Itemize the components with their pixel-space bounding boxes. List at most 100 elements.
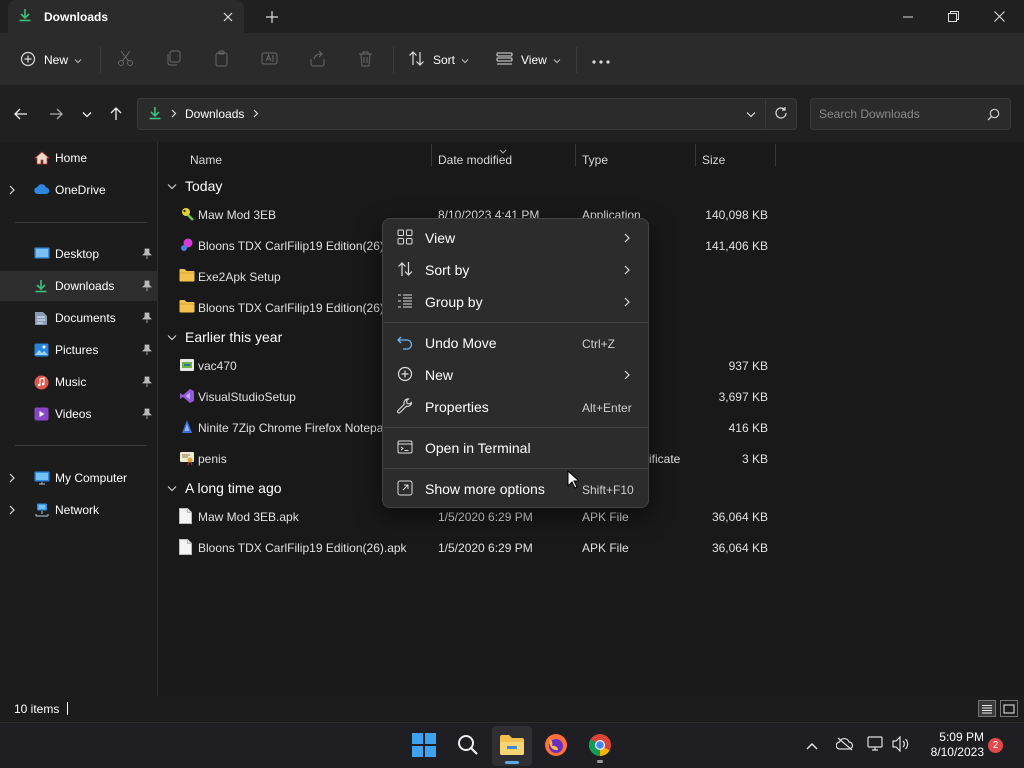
clock[interactable]: 5:09 PM 8/10/2023 bbox=[918, 730, 984, 760]
breadcrumb-downloads[interactable]: Downloads bbox=[185, 107, 244, 121]
group-header-a-long-time-ago[interactable]: A long time ago bbox=[167, 478, 282, 498]
pin-icon[interactable] bbox=[142, 344, 152, 358]
restore-icon[interactable] bbox=[930, 0, 976, 33]
breadcrumb-separator-icon[interactable] bbox=[253, 107, 259, 121]
pin-icon[interactable] bbox=[142, 248, 152, 262]
sidebar-item-desktop[interactable]: Desktop bbox=[0, 239, 157, 269]
tiles-view-button[interactable] bbox=[1000, 700, 1018, 717]
toolbar-divider bbox=[576, 47, 577, 73]
pin-icon[interactable] bbox=[142, 408, 152, 422]
desktop-icon bbox=[34, 247, 50, 261]
close-tab-icon[interactable] bbox=[219, 8, 236, 25]
search-taskbar-button[interactable] bbox=[448, 726, 488, 766]
menu-item-new[interactable]: New bbox=[387, 359, 644, 389]
new-button-label: New bbox=[44, 53, 69, 67]
chrome-taskbar-button[interactable] bbox=[580, 726, 620, 766]
network-status-icon[interactable] bbox=[867, 736, 885, 755]
column-header-size[interactable]: Size bbox=[702, 148, 725, 172]
recent-locations-chevron-icon[interactable] bbox=[75, 104, 99, 124]
group-header-today[interactable]: Today bbox=[167, 176, 222, 196]
cut-button[interactable] bbox=[117, 45, 134, 75]
chevron-down-icon bbox=[167, 179, 177, 193]
column-divider[interactable] bbox=[575, 144, 576, 166]
sidebar-item-downloads[interactable]: Downloads bbox=[0, 271, 157, 301]
volume-icon[interactable] bbox=[892, 735, 910, 755]
start-button[interactable] bbox=[404, 726, 444, 766]
address-history-chevron-icon[interactable] bbox=[746, 107, 756, 121]
back-arrow-icon[interactable] bbox=[9, 104, 33, 124]
sidebar-item-pictures[interactable]: Pictures bbox=[0, 335, 157, 365]
sidebar-item-documents[interactable]: Documents bbox=[0, 303, 157, 333]
menu-item-group-by[interactable]: Group by bbox=[387, 286, 644, 316]
search-input[interactable] bbox=[819, 106, 979, 122]
delete-button[interactable] bbox=[357, 45, 374, 75]
sidebar-item-videos[interactable]: Videos bbox=[0, 399, 157, 429]
tab-title: Downloads bbox=[44, 9, 109, 24]
new-tab-icon[interactable] bbox=[262, 7, 282, 27]
paste-button[interactable] bbox=[213, 45, 230, 75]
file-size: 141,406 KB bbox=[705, 239, 768, 253]
file-explorer-icon bbox=[499, 734, 525, 759]
pin-icon[interactable] bbox=[142, 312, 152, 326]
rename-button[interactable] bbox=[261, 45, 278, 75]
menu-item-properties[interactable]: Properties Alt+Enter bbox=[387, 391, 644, 421]
sidebar-divider bbox=[15, 445, 147, 446]
more-options-button[interactable] bbox=[592, 45, 610, 75]
column-header-type[interactable]: Type bbox=[582, 148, 608, 172]
new-button[interactable]: New bbox=[20, 45, 82, 75]
share-icon bbox=[309, 50, 326, 70]
column-divider[interactable] bbox=[775, 144, 776, 166]
up-arrow-icon[interactable] bbox=[104, 104, 128, 124]
view-button[interactable]: View bbox=[496, 45, 561, 75]
copy-button[interactable] bbox=[165, 45, 182, 75]
search-box[interactable] bbox=[810, 98, 1011, 130]
breadcrumb-separator-icon[interactable] bbox=[171, 107, 177, 121]
windows-logo-icon bbox=[412, 732, 436, 760]
pin-icon[interactable] bbox=[142, 376, 152, 390]
column-divider[interactable] bbox=[431, 144, 432, 166]
music-icon bbox=[34, 375, 50, 390]
close-window-icon[interactable] bbox=[976, 0, 1022, 33]
chevron-up-icon[interactable] bbox=[806, 739, 818, 753]
chevron-right-icon[interactable] bbox=[9, 504, 15, 518]
tab-downloads[interactable]: Downloads bbox=[8, 0, 244, 33]
menu-item-sort-by[interactable]: Sort by bbox=[387, 254, 644, 284]
sidebar-item-network[interactable]: Network bbox=[0, 495, 157, 525]
column-divider[interactable] bbox=[695, 144, 696, 166]
sidebar-item-onedrive[interactable]: OneDrive bbox=[0, 175, 157, 205]
chevron-down-icon bbox=[167, 481, 177, 495]
onedrive-offline-icon[interactable] bbox=[835, 737, 854, 754]
share-button[interactable] bbox=[309, 45, 326, 75]
sort-button[interactable]: Sort bbox=[408, 45, 469, 75]
address-bar[interactable]: Downloads bbox=[137, 98, 797, 130]
menu-item-label: Properties bbox=[425, 399, 489, 415]
minimize-icon[interactable] bbox=[885, 0, 931, 33]
file-size: 416 KB bbox=[728, 421, 768, 435]
menu-item-show-more-options[interactable]: Show more options Shift+F10 bbox=[387, 473, 644, 503]
search-icon[interactable] bbox=[987, 108, 1000, 124]
sidebar-item-home[interactable]: Home bbox=[0, 143, 157, 173]
file-row[interactable]: Bloons TDX CarlFilip19 Edition(26).apk 1… bbox=[159, 533, 779, 561]
pin-icon[interactable] bbox=[142, 280, 152, 294]
refresh-icon[interactable] bbox=[774, 106, 788, 123]
file-size: 937 KB bbox=[728, 359, 768, 373]
menu-item-undo-move[interactable]: Undo Move Ctrl+Z bbox=[387, 327, 644, 357]
menu-item-view[interactable]: View bbox=[387, 222, 644, 252]
file-name: Bloons TDX CarlFilip19 Edition(26).apk bbox=[198, 541, 407, 555]
chevron-right-icon[interactable] bbox=[9, 472, 15, 486]
firefox-taskbar-button[interactable] bbox=[536, 726, 576, 766]
file-explorer-taskbar-button[interactable] bbox=[492, 726, 532, 766]
forward-arrow-icon[interactable] bbox=[44, 104, 68, 124]
column-header-name[interactable]: Name bbox=[190, 148, 222, 172]
notification-badge[interactable]: 2 bbox=[988, 738, 1003, 753]
menu-item-shortcut: Shift+F10 bbox=[582, 483, 634, 497]
menu-item-open-in-terminal[interactable]: Open in Terminal bbox=[387, 432, 644, 462]
sidebar-item-label: Downloads bbox=[55, 279, 115, 293]
group-header-earlier-this-year[interactable]: Earlier this year bbox=[167, 327, 282, 347]
sidebar-item-music[interactable]: Music bbox=[0, 367, 157, 397]
sidebar-item-my-computer[interactable]: My Computer bbox=[0, 463, 157, 493]
scissors-icon bbox=[117, 50, 134, 70]
chevron-down-icon bbox=[167, 330, 177, 344]
chevron-right-icon[interactable] bbox=[9, 184, 15, 198]
details-view-button[interactable] bbox=[978, 700, 996, 717]
